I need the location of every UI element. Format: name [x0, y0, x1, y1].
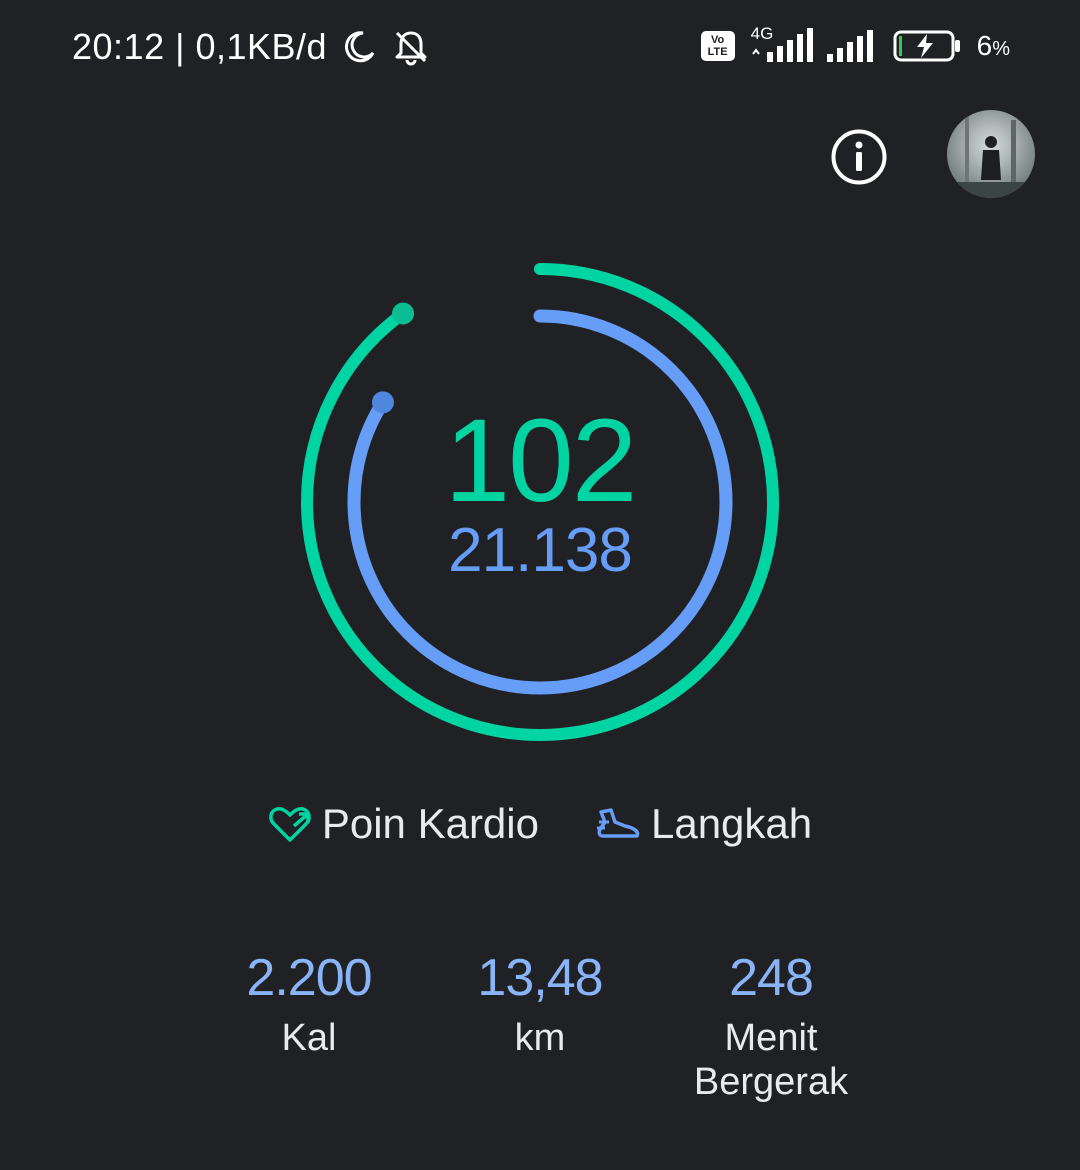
- battery-charging-icon: [893, 30, 960, 62]
- stat-move-minutes-value: 248: [729, 949, 814, 1007]
- status-left: 20:12 | 0,1KB/d: [72, 26, 431, 68]
- bell-off-icon: [395, 31, 427, 66]
- legend-steps-label: Langkah: [650, 800, 813, 847]
- status-bar: 20:12 | 0,1KB/d Vo LTE 4G 6%: [0, 0, 1080, 100]
- legend-cardio: Poin Kardio: [268, 800, 539, 848]
- stat-distance-label: km: [514, 1017, 566, 1059]
- legend-cardio-label: Poin Kardio: [321, 800, 539, 847]
- clock-and-speed: 20:12 | 0,1KB/d: [72, 26, 328, 67]
- cardio-points-value: 102: [444, 395, 638, 527]
- signal-bars-icon: [751, 28, 813, 62]
- signal-sim1: 4G: [749, 24, 813, 64]
- legend-steps: Langkah: [595, 800, 812, 848]
- ring-legend: Poin Kardio Langkah: [0, 800, 1080, 848]
- volte-top: Vo: [711, 34, 725, 46]
- info-button[interactable]: [830, 128, 888, 186]
- stat-calories-value: 2.200: [246, 949, 372, 1007]
- ring-center: 102 21.138: [300, 262, 780, 742]
- volte-bottom: LTE: [707, 46, 728, 58]
- stat-move-minutes-label-line2: Bergerak: [693, 1061, 849, 1103]
- steps-value: 21.138: [448, 516, 633, 585]
- stat-distance[interactable]: 13,48 km: [410, 948, 670, 1060]
- signal-sim2-icon: [826, 30, 873, 62]
- stat-calories[interactable]: 2.200 Kal: [179, 948, 439, 1060]
- stat-calories-label: Kal: [281, 1017, 337, 1059]
- shoe-icon: [596, 808, 640, 838]
- fit-home-screen: 20:12 | 0,1KB/d Vo LTE 4G 6% 102 21.138 …: [0, 0, 1080, 1170]
- heart-arrow-icon: [269, 807, 311, 842]
- volte-badge: Vo LTE: [700, 31, 735, 61]
- stat-move-minutes-label-line1: Menit: [724, 1017, 818, 1059]
- info-icon: [855, 141, 863, 149]
- battery-percent: 6%: [976, 30, 1010, 61]
- stat-move-minutes-label: Menit Bergerak: [641, 1016, 901, 1104]
- avatar[interactable]: [947, 110, 1035, 198]
- stat-move-minutes[interactable]: 248 Menit Bergerak: [641, 948, 901, 1104]
- moon-icon: [345, 31, 375, 63]
- status-right: Vo LTE 4G 6%: [700, 24, 1010, 64]
- stat-distance-value: 13,48: [477, 949, 603, 1007]
- avatar-photo: [947, 116, 1035, 198]
